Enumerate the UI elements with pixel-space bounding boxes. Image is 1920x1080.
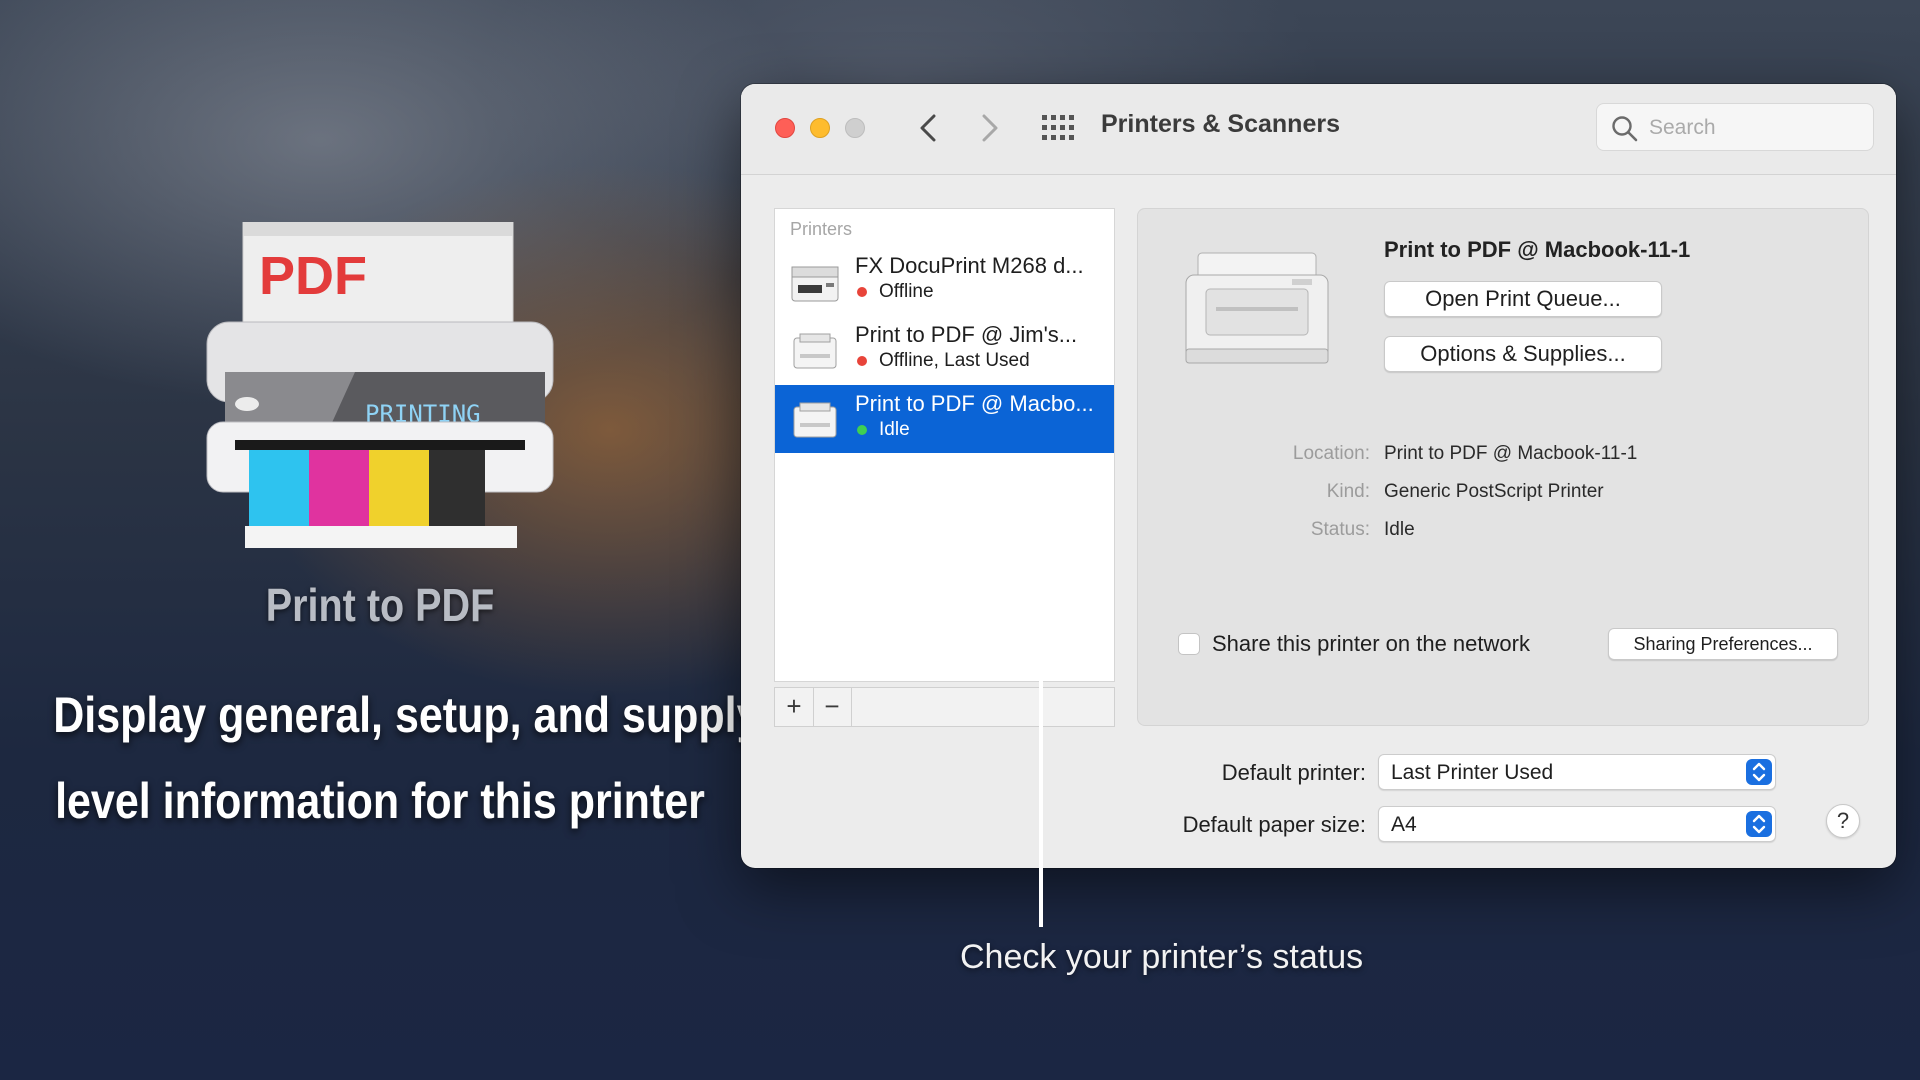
printer-icon [793, 333, 837, 369]
minimize-button[interactable] [810, 118, 830, 138]
options-supplies-button[interactable]: Options & Supplies... [1384, 336, 1662, 372]
kind-label: Kind: [1326, 481, 1370, 502]
printer-detail-pane: Print to PDF @ Macbook-11-1 Open Print Q… [1137, 208, 1869, 726]
printer-status: Offline, Last Used [879, 350, 1030, 371]
location-label: Location: [1292, 443, 1370, 464]
kind-value: Generic PostScript Printer [1384, 481, 1604, 502]
callout-text: Check your printer’s status [960, 938, 1364, 976]
app-name: Print to PDF [265, 579, 495, 631]
zoom-button[interactable] [845, 118, 865, 138]
title-bar: Printers & Scanners [741, 84, 1896, 175]
callout-line [1039, 462, 1043, 927]
chevron-left-icon [920, 114, 936, 142]
status-value: Idle [1384, 519, 1415, 540]
close-button[interactable] [775, 118, 795, 138]
printer-name: Print to PDF @ Macbo... [855, 391, 1094, 416]
printer-name: Print to PDF @ Jim's... [855, 322, 1078, 347]
printer-large-icon [1185, 252, 1329, 364]
open-print-queue-button[interactable]: Open Print Queue... [1384, 281, 1662, 317]
help-button[interactable]: ? [1826, 804, 1860, 838]
default-paper-size-popup[interactable]: A4 [1378, 806, 1776, 842]
share-printer-checkbox[interactable] [1178, 633, 1200, 655]
share-printer-label: Share this printer on the network [1212, 631, 1530, 656]
status-dot [857, 425, 867, 435]
printers-scanners-window: Printers & Scanners Printers FX DocuPrin… [741, 84, 1896, 868]
app-icon: PDF PRINTING [205, 221, 555, 552]
list-footer: + − [774, 687, 1115, 727]
updown-chevron-icon [1746, 759, 1772, 785]
window-title: Printers & Scanners [1101, 110, 1340, 138]
forward-button[interactable] [974, 110, 1006, 146]
printers-list: Printers FX DocuPrint M268 d... Offline … [774, 208, 1115, 682]
sharing-preferences-button[interactable]: Sharing Preferences... [1608, 628, 1838, 660]
default-paper-size-label: Default paper size: [1182, 812, 1366, 837]
updown-chevron-icon [1746, 811, 1772, 837]
tagline-line-1: Display general, setup, and supply [53, 687, 761, 743]
add-printer-button[interactable]: + [775, 688, 814, 726]
back-button[interactable] [912, 110, 944, 146]
default-printer-popup[interactable]: Last Printer Used [1378, 754, 1776, 790]
status-dot [857, 287, 867, 297]
list-item[interactable]: Print to PDF @ Jim's... Offline, Last Us… [775, 316, 1114, 384]
list-header: Printers [790, 219, 853, 239]
list-item-selected[interactable]: Print to PDF @ Macbo... Idle [775, 385, 1114, 453]
chevron-right-icon [982, 114, 998, 142]
remove-printer-button[interactable]: − [813, 688, 852, 726]
status-label: Status: [1310, 519, 1370, 540]
printer-status: Idle [879, 419, 910, 440]
search-input[interactable] [1647, 112, 1861, 144]
status-dot [857, 356, 867, 366]
default-printer-value: Last Printer Used [1391, 761, 1554, 784]
grid-icon [1042, 115, 1074, 140]
search-icon [1612, 116, 1638, 142]
printer-name: FX DocuPrint M268 d... [855, 253, 1084, 278]
default-paper-size-value: A4 [1391, 813, 1417, 836]
tagline-line-2: level information for this printer [55, 773, 705, 829]
printer-title: Print to PDF @ Macbook-11-1 [1384, 237, 1691, 262]
list-item[interactable]: FX DocuPrint M268 d... Offline [775, 247, 1114, 315]
search-field[interactable] [1596, 103, 1874, 151]
default-printer-label: Default printer: [1221, 760, 1366, 785]
printer-status: Offline [879, 281, 934, 302]
show-all-button[interactable] [1041, 114, 1075, 142]
location-value: Print to PDF @ Macbook-11-1 [1384, 443, 1638, 464]
pdf-label: PDF [259, 246, 367, 306]
printer-icon [793, 402, 837, 438]
multifunction-printer-icon [791, 266, 839, 302]
